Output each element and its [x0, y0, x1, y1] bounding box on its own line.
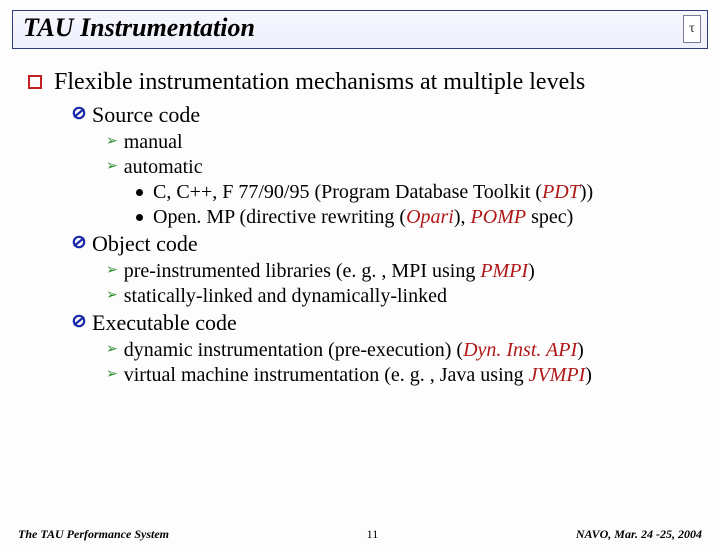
bullet-lvl3: ➢ dynamic instrumentation (pre-execution…	[106, 339, 700, 362]
bullet-lvl2: Executable code	[72, 310, 700, 336]
text-mid: ),	[454, 206, 471, 228]
bullet-lvl4: C, C++, F 77/90/95 (Program Database Too…	[136, 181, 700, 204]
lvl3-text: pre-instrumented libraries (e. g. , MPI …	[124, 260, 535, 283]
text-em: Dyn. Inst. API	[463, 339, 577, 361]
dot-icon	[136, 214, 143, 221]
lvl3-text: dynamic instrumentation (pre-execution) …	[124, 339, 584, 362]
lvl2-text: Source code	[92, 102, 200, 128]
circle-slash-icon	[72, 310, 84, 332]
text-plain: virtual machine instrumentation (e. g. ,…	[124, 364, 529, 386]
arrow-icon: ➢	[106, 133, 118, 150]
lvl4-text: Open. MP (directive rewriting (Opari), P…	[153, 206, 573, 229]
bullet-lvl3: ➢ statically-linked and dynamically-link…	[106, 285, 700, 308]
lvl2-text: Executable code	[92, 310, 237, 336]
dot-icon	[136, 189, 143, 196]
arrow-icon: ➢	[106, 366, 118, 383]
text-em: PMPI	[480, 260, 528, 282]
bullet-lvl1: Flexible instrumentation mechanisms at m…	[28, 69, 700, 96]
text-plain: pre-instrumented libraries (e. g. , MPI …	[124, 260, 481, 282]
text-em2: POMP	[471, 206, 527, 228]
bullet-lvl3: ➢ virtual machine instrumentation (e. g.…	[106, 364, 700, 387]
bullet-lvl2: Source code	[72, 102, 700, 128]
text-tail: spec)	[526, 206, 573, 228]
slide-content: Flexible instrumentation mechanisms at m…	[0, 49, 720, 387]
circle-slash-icon	[72, 102, 84, 124]
text-em: PDT	[542, 181, 580, 203]
text-plain: dynamic instrumentation (pre-execution) …	[124, 339, 463, 361]
text-em: Opari	[406, 206, 454, 228]
text-tail: ))	[580, 181, 593, 203]
text-em: JVMPI	[529, 364, 586, 386]
tau-icon: τ	[689, 21, 695, 37]
text-plain: Open. MP (directive rewriting (	[153, 206, 406, 228]
tau-logo: τ	[683, 15, 701, 43]
bullet-lvl3: ➢ pre-instrumented libraries (e. g. , MP…	[106, 260, 700, 283]
lvl3-text: statically-linked and dynamically-linked	[124, 285, 447, 308]
text-tail: )	[528, 260, 535, 282]
text-tail: )	[577, 339, 584, 361]
bullet-lvl4: Open. MP (directive rewriting (Opari), P…	[136, 206, 700, 229]
arrow-icon: ➢	[106, 158, 118, 175]
circle-slash-icon	[72, 231, 84, 253]
bullet-lvl3: ➢ manual	[106, 131, 700, 154]
square-bullet-icon	[28, 75, 42, 89]
bullet-lvl3: ➢ automatic	[106, 156, 700, 179]
lvl3-text: virtual machine instrumentation (e. g. ,…	[124, 364, 592, 387]
lvl2-text: Object code	[92, 231, 198, 257]
text-plain: C, C++, F 77/90/95 (Program Database Too…	[153, 181, 542, 203]
arrow-icon: ➢	[106, 341, 118, 358]
lvl4-text: C, C++, F 77/90/95 (Program Database Too…	[153, 181, 593, 204]
text-tail: )	[585, 364, 592, 386]
arrow-icon: ➢	[106, 262, 118, 279]
slide-title: TAU Instrumentation	[23, 13, 255, 42]
arrow-icon: ➢	[106, 287, 118, 304]
lvl3-text: automatic	[124, 156, 203, 179]
bullet-lvl2: Object code	[72, 231, 700, 257]
lvl3-text: manual	[124, 131, 183, 154]
title-bar: TAU Instrumentation τ	[12, 10, 708, 49]
heading-text: Flexible instrumentation mechanisms at m…	[54, 69, 585, 96]
